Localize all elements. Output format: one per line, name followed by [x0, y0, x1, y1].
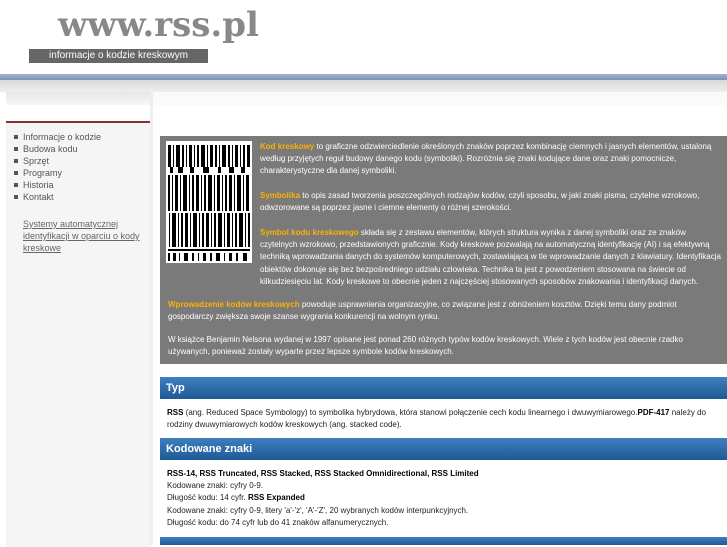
intro-paragraph-4: Wprowadzenie kodów kreskowych powoduje u… [168, 299, 720, 323]
intro-term-kod-kreskowy: Kod kreskowy [260, 142, 315, 151]
kodowane-line-3a: Długość kodu: 14 cyfr. [167, 493, 248, 503]
site-logo[interactable]: www.rss.pl [58, 8, 259, 42]
typ-term-pdf417: PDF-417 [637, 408, 670, 417]
sidebar-nav: Informacje o kodzie Budowa kodu Sprzęt P… [6, 131, 150, 203]
section-heading-next [160, 537, 727, 545]
intro-paragraph-2: Symbolika to opis zasad tworzenia poszcz… [260, 190, 722, 214]
intro-paragraph-3: Symbol kodu kreskowego składa się z zest… [260, 227, 722, 288]
kodowane-variants: RSS-14, RSS Truncated, RSS Stacked, RSS … [167, 469, 479, 478]
sidebar-item-budowa[interactable]: Budowa kodu [13, 143, 150, 155]
sidebar-item-historia[interactable]: Historia [13, 179, 150, 191]
intro-term-symbolika: Symbolika [260, 191, 301, 200]
intro-term-symbol: Symbol kodu kreskowego [260, 228, 359, 237]
site-tagline: informacje o kodzie kreskowym [29, 49, 208, 63]
section-body-typ: RSS (ang. Reduced Space Symbology) to sy… [167, 407, 722, 431]
kodowane-line-5: Długość kodu: do 74 cyfr lub do 41 znakó… [167, 517, 389, 527]
section-body-kodowane: RSS-14, RSS Truncated, RSS Stacked, RSS … [167, 468, 722, 529]
kodowane-term-expanded: RSS Expanded [247, 493, 305, 503]
intro-paragraph-1: Kod kreskowy to graficzne odzwierciedlen… [260, 141, 722, 178]
section-heading-typ: Typ [160, 377, 727, 399]
column-divider [150, 92, 153, 545]
header-band-gray [0, 80, 727, 92]
kodowane-line-4: Kodowane znaki: cyfry 0-9, litery 'a'-'z… [167, 505, 469, 515]
content-top-bar [153, 92, 727, 105]
sidebar: Informacje o kodzie Budowa kodu Sprzęt P… [6, 121, 150, 547]
sidebar-item-kontakt[interactable]: Kontakt [13, 191, 150, 203]
intro-paragraph-5: W książce Benjamin Nelsona wydanej w 199… [168, 335, 683, 357]
section-heading-kodowane: Kodowane znaki [160, 438, 727, 460]
intro-term-wprowadzenie: Wprowadzenie kodów kreskowych [168, 300, 300, 309]
sidebar-item-sprzet[interactable]: Sprzęt [13, 155, 150, 167]
kodowane-line-2: Kodowane znaki: cyfry 0-9. [167, 481, 264, 491]
intro-text-2: to opis zasad tworzenia poszczególnych r… [260, 191, 700, 213]
sidebar-link-systems[interactable]: Systemy automatycznej identyfikacji w op… [23, 218, 141, 254]
barcode-image [166, 141, 252, 263]
intro-text-1: to graficzne odzwierciedlenie określonyc… [260, 142, 712, 176]
kodowane-line-3: Długość kodu: 14 cyfr. RSS Expanded [167, 492, 722, 504]
typ-text-1: (ang. Reduced Space Symbology) to symbol… [183, 408, 638, 417]
typ-term-rss: RSS [167, 408, 184, 417]
page-header: www.rss.pl informacje o kodzie kreskowym [0, 0, 727, 74]
intro-panel: Kod kreskowy to graficzne odzwierciedlen… [160, 136, 727, 364]
sidebar-top-bar [6, 92, 151, 105]
sidebar-item-programy[interactable]: Programy [13, 167, 150, 179]
sidebar-item-informacje[interactable]: Informacje o kodzie [13, 131, 150, 143]
